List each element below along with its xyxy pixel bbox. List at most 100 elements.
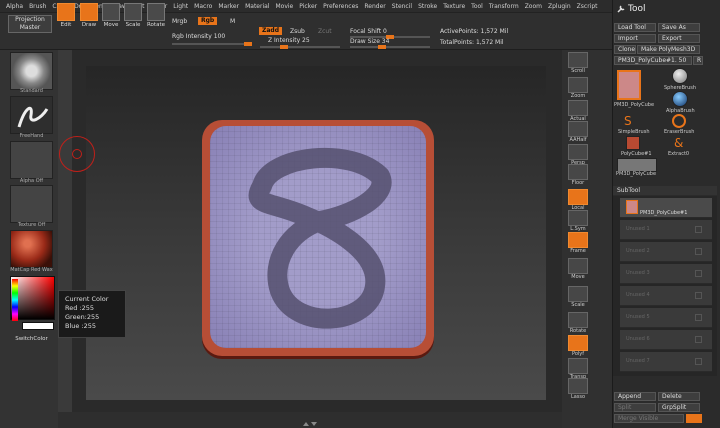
menu-item-texture[interactable]: Texture (443, 3, 465, 10)
extract-icon[interactable]: & (674, 136, 688, 150)
append-button[interactable]: Append (614, 392, 656, 401)
move-button[interactable]: Move (101, 3, 121, 33)
subtool-row[interactable]: Unused 7 (620, 352, 712, 372)
persp-icon[interactable] (568, 144, 588, 160)
switch-color-button[interactable]: SwitchColor (10, 336, 53, 342)
menu-item-light[interactable]: Light (173, 3, 188, 10)
rotate-icon[interactable] (568, 312, 588, 328)
pm3d-polycube-small-thumbnail[interactable] (617, 158, 657, 172)
subtool-header[interactable]: SubTool (613, 186, 717, 195)
subtool-active-row[interactable]: PM3D_PolyCube#1 (620, 198, 712, 218)
lasso-icon[interactable] (568, 378, 588, 394)
save-as-button[interactable]: Save As (658, 23, 700, 32)
zoom-button[interactable]: Zoom (562, 93, 594, 99)
menu-item-zplugin[interactable]: Zplugin (548, 3, 571, 10)
frame-button[interactable]: Frame (562, 248, 594, 254)
scroll-icon[interactable] (568, 52, 588, 68)
export-button[interactable]: Export (658, 34, 700, 43)
menu-item-movie[interactable]: Movie (275, 3, 293, 10)
lsym-icon[interactable] (568, 210, 588, 226)
scale-icon[interactable] (568, 286, 588, 302)
subtool-row[interactable]: Unused 2 (620, 242, 712, 262)
menu-item-marker[interactable]: Marker (218, 3, 239, 10)
load-tool-button[interactable]: Load Tool (614, 23, 656, 32)
menu-item-preferences[interactable]: Preferences (323, 3, 358, 10)
stroke-thumbnail[interactable] (10, 96, 53, 134)
menu-item-material[interactable]: Material (245, 3, 269, 10)
menu-item-tool[interactable]: Tool (471, 3, 483, 10)
z-intensity-slider[interactable] (260, 45, 340, 49)
eraserbrush-icon[interactable] (672, 114, 686, 128)
visibility-toggle[interactable] (695, 248, 702, 255)
menu-item-stencil[interactable]: Stencil (392, 3, 412, 10)
subtool-row[interactable]: Unused 5 (620, 308, 712, 328)
split-button[interactable]: Split (614, 403, 656, 412)
polycube-icon[interactable] (626, 136, 640, 150)
visibility-toggle[interactable] (695, 358, 702, 365)
current-tool-slider[interactable]: PM3D_PolyCube#1. 50 (614, 56, 692, 65)
subtool-row[interactable]: Unused 1 (620, 220, 712, 240)
rgb-button[interactable]: Rgb (198, 17, 218, 25)
alpha-thumbnail[interactable] (10, 141, 53, 179)
draw-size-slider[interactable] (350, 45, 430, 49)
expand-arrows-icon[interactable] (302, 421, 318, 427)
scroll-button[interactable]: Scroll (562, 68, 594, 74)
frame-icon[interactable] (568, 232, 588, 248)
menu-item-zoom[interactable]: Zoom (525, 3, 542, 10)
visibility-toggle[interactable] (695, 314, 702, 321)
scale-button[interactable]: Scale (562, 302, 594, 308)
brush-thumbnail[interactable] (10, 52, 53, 90)
alphabrush-icon[interactable] (672, 91, 688, 107)
menu-item-alpha[interactable]: Alpha (6, 3, 23, 10)
move-button[interactable]: Move (562, 274, 594, 280)
polyf-button[interactable]: Polyf (562, 351, 594, 357)
merge-toggle[interactable] (686, 414, 702, 423)
menu-item-render[interactable]: Render (364, 3, 385, 10)
lasso-button[interactable]: Lasso (562, 394, 594, 400)
floor-icon[interactable] (568, 164, 588, 180)
rgb-intensity-slider[interactable] (172, 42, 252, 46)
zadd-button[interactable]: Zadd (259, 27, 282, 35)
grpsplit-button[interactable]: GrpSplit (658, 403, 700, 412)
zoom-icon[interactable] (568, 77, 588, 93)
make-polymesh-button[interactable]: Make PolyMesh3D (637, 45, 700, 54)
subtool-row[interactable]: Unused 6 (620, 330, 712, 350)
spherebrush-icon[interactable] (672, 68, 688, 84)
actual-icon[interactable] (568, 100, 588, 116)
edit-button[interactable]: Edit (56, 3, 76, 33)
menu-item-zscript[interactable]: Zscript (577, 3, 598, 10)
m-button[interactable]: M (230, 18, 235, 25)
mrgb-button[interactable]: Mrgb (172, 18, 187, 25)
hue-strip[interactable] (12, 279, 18, 321)
menu-item-picker[interactable]: Picker (299, 3, 317, 10)
merge-visible-button[interactable]: Merge Visible (614, 414, 684, 423)
menu-item-transform[interactable]: Transform (489, 3, 519, 10)
simplebrush-icon[interactable]: S (624, 114, 640, 128)
secondary-color-swatch[interactable] (22, 322, 54, 330)
visibility-toggle[interactable] (695, 336, 702, 343)
floor-button[interactable]: Floor (562, 180, 594, 186)
texture-thumbnail[interactable] (10, 185, 53, 223)
visibility-toggle[interactable] (695, 226, 702, 233)
clone-button[interactable]: Clone (614, 45, 636, 54)
import-button[interactable]: Import (614, 34, 656, 43)
visibility-toggle[interactable] (695, 292, 702, 299)
projection-master-button[interactable]: Projection Master (8, 15, 52, 33)
visibility-toggle[interactable] (695, 270, 702, 277)
menu-item-stroke[interactable]: Stroke (418, 3, 437, 10)
aahalf-icon[interactable] (568, 121, 588, 137)
polyf-icon[interactable] (568, 335, 588, 351)
draw-button[interactable]: Draw (79, 3, 99, 33)
aahalf-button[interactable]: AAHalf (562, 137, 594, 143)
subtool-row[interactable]: Unused 3 (620, 264, 712, 284)
material-thumbnail[interactable] (10, 230, 53, 268)
menu-item-brush[interactable]: Brush (29, 3, 46, 10)
zsub-button[interactable]: Zsub (290, 28, 305, 35)
delete-button[interactable]: Delete (658, 392, 700, 401)
menu-item-macro[interactable]: Macro (194, 3, 212, 10)
rotate-button[interactable]: Rotate (146, 3, 166, 33)
r-button[interactable]: R (693, 56, 703, 65)
zcut-button[interactable]: Zcut (318, 28, 332, 35)
move-icon[interactable] (568, 258, 588, 274)
local-icon[interactable] (568, 189, 588, 205)
